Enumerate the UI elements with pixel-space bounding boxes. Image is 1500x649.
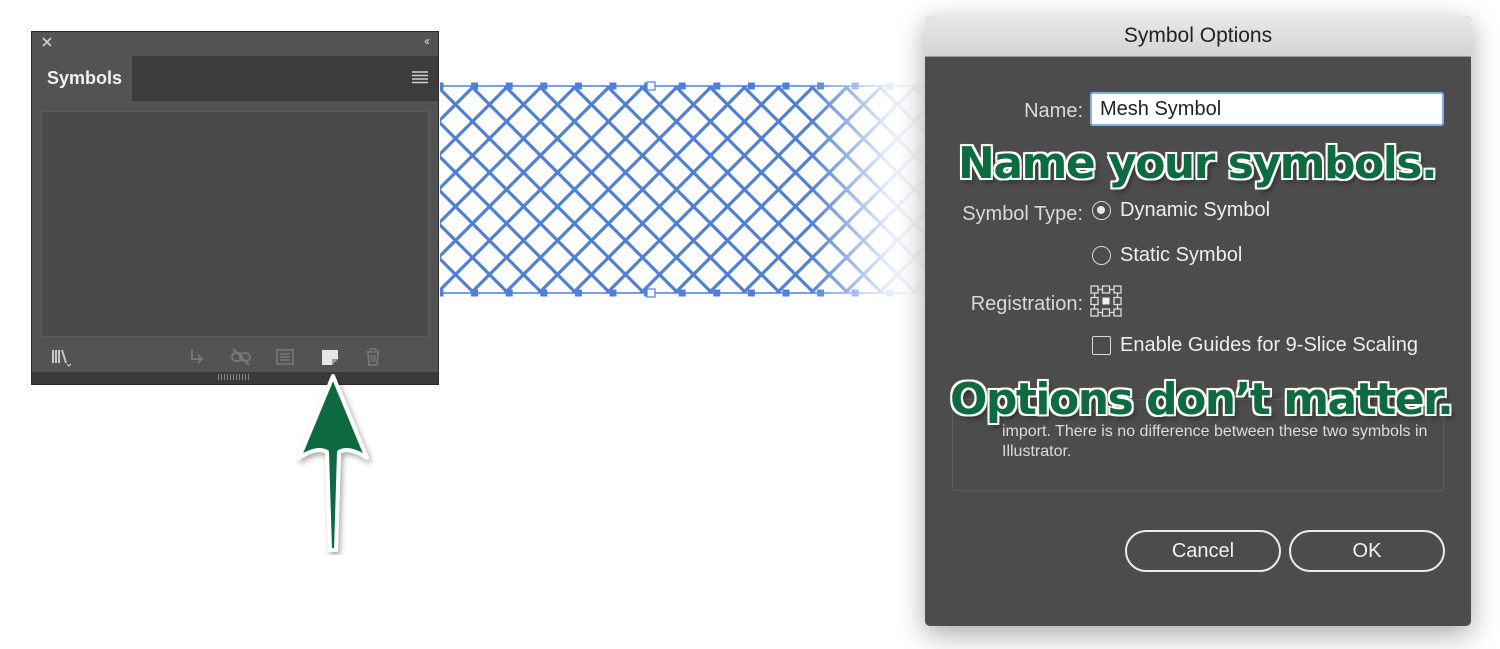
break-link-icon[interactable] xyxy=(230,346,252,368)
static-symbol-label[interactable]: Static Symbol xyxy=(1120,244,1242,267)
anchor-point[interactable] xyxy=(609,82,617,90)
anchor-point[interactable] xyxy=(471,82,479,90)
dynamic-symbol-radio[interactable] xyxy=(1092,201,1111,220)
dialog-title: Symbol Options xyxy=(925,16,1471,57)
callout-name-symbols: Name your symbols. xyxy=(957,137,1439,190)
anchor-point[interactable] xyxy=(574,82,582,90)
nine-slice-checkbox[interactable] xyxy=(1092,336,1111,355)
place-symbol-icon[interactable] xyxy=(186,346,208,368)
mesh-line xyxy=(440,86,612,259)
symbol-libraries-icon[interactable] xyxy=(50,346,72,368)
registration-label: Registration: xyxy=(970,293,1083,315)
static-symbol-radio[interactable] xyxy=(1092,246,1111,265)
anchor-point[interactable] xyxy=(505,289,513,297)
bounding-box-handle[interactable] xyxy=(646,81,656,91)
mesh-line xyxy=(440,120,612,293)
new-symbol-icon[interactable] xyxy=(319,346,341,368)
anchor-point[interactable] xyxy=(440,82,444,90)
dynamic-symbol-label[interactable]: Dynamic Symbol xyxy=(1120,199,1270,222)
symbol-options-icon[interactable] xyxy=(274,346,296,368)
anchor-point[interactable] xyxy=(782,289,790,297)
anchor-point[interactable] xyxy=(713,289,721,297)
mesh-line xyxy=(440,188,544,293)
collapse-panel-button[interactable]: ‹‹ xyxy=(424,34,430,48)
panel-title-bar: ‹‹ xyxy=(32,32,438,56)
resize-grip-icon[interactable] xyxy=(218,374,250,380)
anchor-point[interactable] xyxy=(440,289,444,297)
symbol-options-dialog: Symbol Options Name: Symbol Type: Dynami… xyxy=(925,16,1471,626)
anchor-point[interactable] xyxy=(609,289,617,297)
nine-slice-label[interactable]: Enable Guides for 9-Slice Scaling xyxy=(1120,334,1418,357)
cancel-button[interactable]: Cancel xyxy=(1125,530,1281,572)
anchor-point[interactable] xyxy=(747,82,755,90)
symbols-list-area[interactable] xyxy=(41,111,429,337)
anchor-point[interactable] xyxy=(713,82,721,90)
arrow-up-icon xyxy=(297,374,369,552)
anchor-point[interactable] xyxy=(747,289,755,297)
panel-menu-icon[interactable] xyxy=(412,70,428,84)
anchor-point[interactable] xyxy=(574,289,582,297)
anchor-point[interactable] xyxy=(471,289,479,297)
name-field[interactable] xyxy=(1090,92,1444,126)
panel-resize-bar[interactable] xyxy=(32,372,438,384)
anchor-point[interactable] xyxy=(540,82,548,90)
tab-symbols[interactable]: Symbols xyxy=(32,56,132,101)
anchor-point[interactable] xyxy=(678,82,686,90)
close-icon[interactable] xyxy=(40,34,54,50)
name-label: Name: xyxy=(1024,100,1083,122)
symbols-panel: ‹‹ Symbols xyxy=(31,31,439,385)
mesh-fade-overlay xyxy=(810,80,940,300)
panel-tab-row: Symbols xyxy=(32,56,438,101)
symbol-type-label: Symbol Type: xyxy=(962,203,1083,225)
anchor-point[interactable] xyxy=(678,289,686,297)
delete-symbol-icon[interactable] xyxy=(362,346,384,368)
anchor-point[interactable] xyxy=(505,82,513,90)
anchor-point[interactable] xyxy=(782,82,790,90)
panel-toolbar xyxy=(32,342,438,372)
description-text: import. There is no difference between t… xyxy=(1002,423,1428,460)
mesh-line xyxy=(440,86,544,191)
bounding-box-handle[interactable] xyxy=(646,288,656,298)
anchor-point[interactable] xyxy=(540,289,548,297)
ok-button[interactable]: OK xyxy=(1289,530,1445,572)
registration-grid-icon[interactable] xyxy=(1089,284,1123,318)
callout-options: Options don’t matter. xyxy=(949,373,1455,426)
